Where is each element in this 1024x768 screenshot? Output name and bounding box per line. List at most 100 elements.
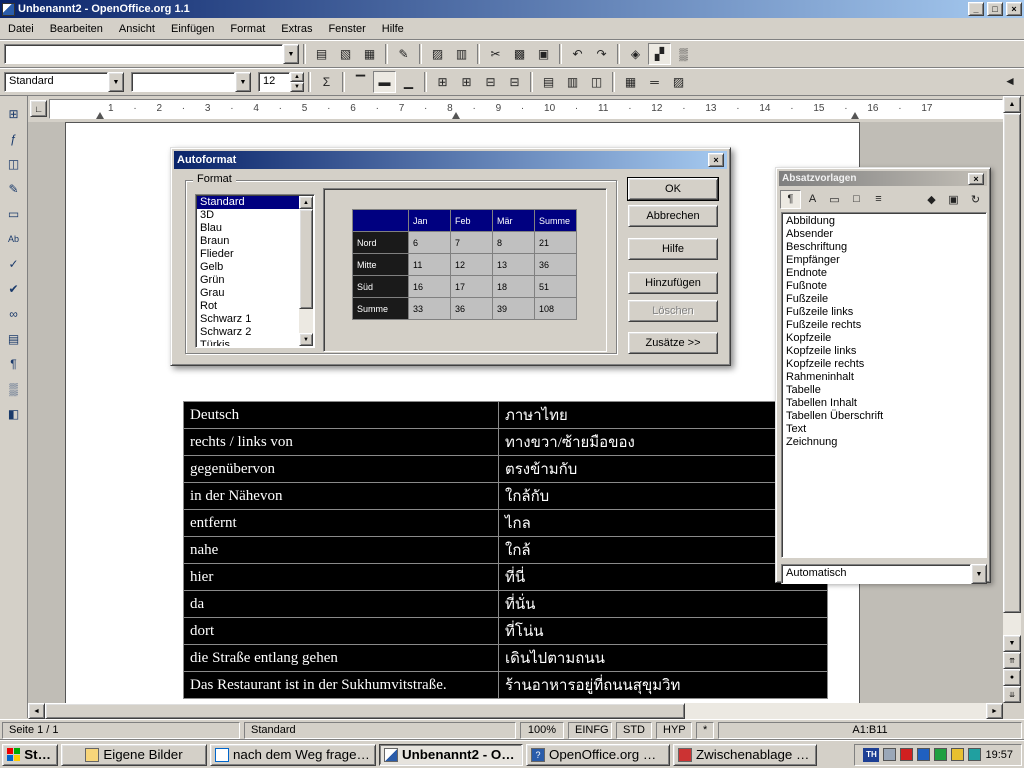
font-name-combobox[interactable]: ▼ bbox=[131, 72, 251, 92]
font-size-spinner[interactable]: ▲ ▼ bbox=[290, 72, 304, 92]
status-hyperlink-mode[interactable]: HYP bbox=[656, 722, 692, 739]
copy-icon[interactable]: ▩ bbox=[508, 43, 531, 65]
insert-row-icon[interactable]: ⊞ bbox=[431, 71, 454, 93]
insert-object-icon[interactable]: ◫ bbox=[2, 152, 26, 175]
format-item[interactable]: Blau bbox=[197, 222, 299, 235]
horizontal-scrollbar[interactable]: ◄ ► bbox=[28, 703, 1003, 719]
task-eigene-bilder[interactable]: Eigene Bilder bbox=[61, 744, 207, 766]
vertical-scrollbar[interactable]: ▲ ▼ ⇈ ● ⇊ bbox=[1003, 96, 1021, 703]
tray-icon[interactable] bbox=[968, 748, 981, 761]
status-zoom[interactable]: 100% bbox=[520, 722, 564, 739]
stylist-close-icon[interactable]: × bbox=[968, 173, 984, 185]
tray-icon[interactable] bbox=[883, 748, 896, 761]
style-item[interactable]: Beschriftung bbox=[784, 241, 984, 254]
style-item[interactable]: Endnote bbox=[784, 267, 984, 280]
spellcheck-icon[interactable]: ✓ bbox=[2, 252, 26, 275]
task-weg-fragen[interactable]: nach dem Weg fragen ... bbox=[210, 744, 376, 766]
style-item[interactable]: Kopfzeile bbox=[784, 332, 984, 345]
delete-column-icon[interactable]: ⊟ bbox=[503, 71, 526, 93]
paste-icon[interactable]: ▣ bbox=[532, 43, 555, 65]
indent-marker-right[interactable] bbox=[851, 112, 859, 119]
cell-de[interactable]: Das Restaurant ist in der Sukhumvitstraß… bbox=[184, 672, 499, 699]
sum-icon[interactable]: Σ bbox=[315, 71, 338, 93]
menu-fenster[interactable]: Fenster bbox=[320, 20, 373, 38]
more-options-button[interactable]: Zusätze >> bbox=[628, 332, 718, 354]
find-replace-icon[interactable]: ∞ bbox=[2, 302, 26, 325]
horizontal-ruler[interactable]: 1 · 2 · 3 · 4 · 5 · 6 · 7 · 8 · 9 · 10 ·… bbox=[49, 99, 1003, 119]
form-functions-icon[interactable]: ▭ bbox=[2, 202, 26, 225]
scroll-up-icon[interactable]: ▲ bbox=[1003, 96, 1021, 113]
menu-format[interactable]: Format bbox=[222, 20, 273, 38]
gallery-icon[interactable]: ▒ bbox=[672, 43, 695, 65]
scroll-up-icon[interactable]: ▲ bbox=[299, 196, 313, 209]
style-item[interactable]: Absender bbox=[784, 228, 984, 241]
dialog-title-bar[interactable]: Autoformat × bbox=[174, 151, 727, 169]
format-item[interactable]: Rot bbox=[197, 300, 299, 313]
table-column-marker[interactable] bbox=[452, 112, 460, 119]
cell-th[interactable]: ที่นั่น bbox=[499, 591, 828, 618]
page-styles-icon[interactable]: □ bbox=[846, 190, 867, 209]
status-page-style[interactable]: Standard bbox=[244, 722, 516, 739]
online-layout-icon[interactable]: ◧ bbox=[2, 402, 26, 425]
clock[interactable]: 19:57 bbox=[985, 749, 1013, 761]
background-color-icon[interactable]: ▨ bbox=[667, 71, 690, 93]
data-sources-icon[interactable]: ▤ bbox=[2, 327, 26, 350]
style-item[interactable]: Text bbox=[784, 423, 984, 436]
line-style-icon[interactable]: ═ bbox=[643, 71, 666, 93]
cell-th[interactable]: ร้านอาหารอยู่ที่ถนนสุขุมวิท bbox=[499, 672, 828, 699]
url-field[interactable] bbox=[4, 44, 283, 64]
new-style-from-selection-icon[interactable]: ▣ bbox=[943, 190, 964, 209]
style-list[interactable]: Abbildung Absender Beschriftung Empfänge… bbox=[781, 212, 987, 558]
spin-up-icon[interactable]: ▲ bbox=[290, 72, 304, 82]
format-item[interactable]: Grau bbox=[197, 287, 299, 300]
style-item[interactable]: Fußnote bbox=[784, 280, 984, 293]
fill-format-mode-icon[interactable]: ◆ bbox=[921, 190, 942, 209]
add-button[interactable]: Hinzufügen bbox=[628, 272, 718, 294]
tray-icon[interactable] bbox=[917, 748, 930, 761]
delete-row-icon[interactable]: ⊟ bbox=[479, 71, 502, 93]
borders-icon[interactable]: ▦ bbox=[619, 71, 642, 93]
cut-icon[interactable]: ✂ bbox=[484, 43, 507, 65]
menu-bearbeiten[interactable]: Bearbeiten bbox=[42, 20, 111, 38]
format-list-scrollbar[interactable]: ▲ ▼ bbox=[299, 196, 313, 346]
format-item[interactable]: Türkis bbox=[197, 339, 299, 346]
style-item[interactable]: Tabellen Inhalt bbox=[784, 397, 984, 410]
help-button[interactable]: Hilfe bbox=[628, 238, 718, 260]
vertical-scroll-thumb[interactable] bbox=[1003, 113, 1021, 613]
menu-datei[interactable]: Datei bbox=[0, 20, 42, 38]
previous-page-icon[interactable]: ⇈ bbox=[1003, 652, 1021, 669]
insert-icon[interactable]: ⊞ bbox=[2, 102, 26, 125]
style-item[interactable]: Fußzeile rechts bbox=[784, 319, 984, 332]
scroll-left-icon[interactable]: ◄ bbox=[28, 703, 45, 719]
style-filter-combobox[interactable]: Automatisch ▼ bbox=[781, 564, 987, 584]
spin-down-icon[interactable]: ▼ bbox=[290, 82, 304, 92]
paragraph-styles-icon[interactable]: ¶ bbox=[780, 190, 801, 209]
cell-de[interactable]: da bbox=[184, 591, 499, 618]
align-bottom-icon[interactable]: ▁ bbox=[397, 71, 420, 93]
scroll-down-icon[interactable]: ▼ bbox=[1003, 635, 1021, 652]
paragraph-style-field[interactable]: Standard bbox=[4, 72, 108, 92]
align-top-icon[interactable]: ▔ bbox=[349, 71, 372, 93]
format-item[interactable]: Schwarz 1 bbox=[197, 313, 299, 326]
style-item[interactable]: Empfänger bbox=[784, 254, 984, 267]
cell-de[interactable]: dort bbox=[184, 618, 499, 645]
character-styles-icon[interactable]: A bbox=[802, 190, 823, 209]
stylist-title-bar[interactable]: Absatzvorlagen × bbox=[779, 171, 987, 186]
scroll-right-icon[interactable]: ► bbox=[986, 703, 1003, 719]
split-cells-icon[interactable]: ▤ bbox=[537, 71, 560, 93]
frame-styles-icon[interactable]: ▭ bbox=[824, 190, 845, 209]
graphics-toggle-icon[interactable]: ▒ bbox=[2, 377, 26, 400]
close-button[interactable]: × bbox=[1006, 2, 1022, 16]
tray-icon[interactable] bbox=[900, 748, 913, 761]
style-item[interactable]: Tabelle bbox=[784, 384, 984, 397]
document-table[interactable]: Deutschภาษาไทย rechts / links vonทางขวา/… bbox=[183, 401, 828, 699]
update-style-icon[interactable]: ↻ bbox=[965, 190, 986, 209]
start-button[interactable]: Start bbox=[2, 744, 58, 766]
edit-autotext-icon[interactable]: Ab bbox=[2, 227, 26, 250]
cell-th[interactable]: ที่โน่น bbox=[499, 618, 828, 645]
style-item[interactable]: Kopfzeile links bbox=[784, 345, 984, 358]
next-page-icon[interactable]: ⇊ bbox=[1003, 686, 1021, 703]
auto-spellcheck-icon[interactable]: ✔ bbox=[2, 277, 26, 300]
font-dropdown-icon[interactable]: ▼ bbox=[235, 72, 251, 92]
keyboard-layout-indicator[interactable]: TH bbox=[863, 748, 879, 762]
